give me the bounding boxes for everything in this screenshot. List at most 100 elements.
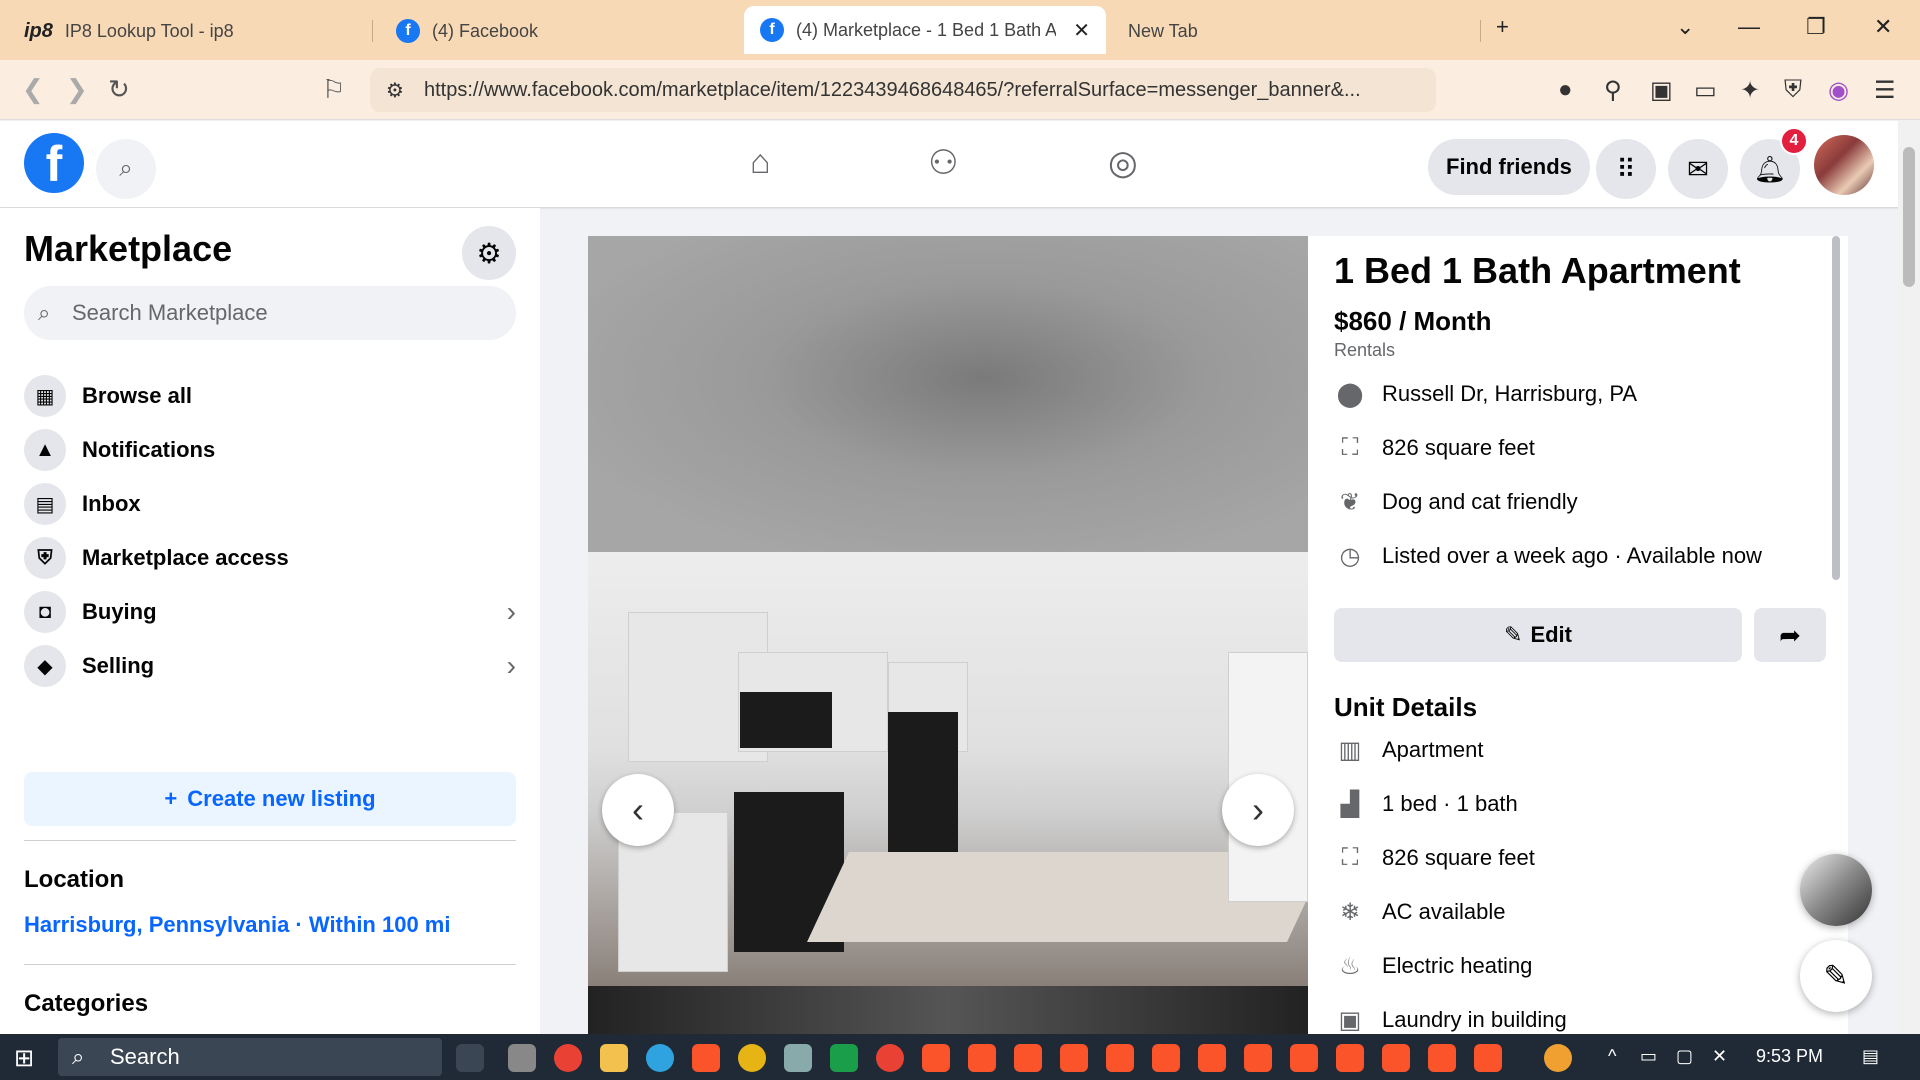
task-view-icon[interactable]: [456, 1044, 484, 1072]
tab-facebook[interactable]: f (4) Facebook: [380, 8, 740, 54]
brave-icon[interactable]: [1152, 1044, 1180, 1072]
profile-icon[interactable]: ◉: [1828, 76, 1849, 105]
page-scrollbar-thumb[interactable]: [1903, 147, 1915, 287]
friends-icon[interactable]: ⚇: [928, 143, 958, 183]
site-settings-icon[interactable]: ⚙: [386, 78, 404, 103]
next-photo-button[interactable]: ›: [1222, 774, 1294, 846]
facebook-logo-icon[interactable]: f: [24, 133, 84, 193]
categories-heading: Categories: [24, 990, 149, 1017]
tab-separator: [1480, 20, 1481, 42]
messenger-icon[interactable]: ✉: [1668, 139, 1728, 199]
facebook-header: f ⌕ ⌂ ⚇ ◎ Find friends ⠿ ✉ 🔔︎ 4: [0, 121, 1920, 207]
sidebar-item-label: Buying: [82, 599, 157, 624]
ai-sparkle-icon[interactable]: ✦: [1740, 76, 1760, 105]
find-friends-button[interactable]: Find friends: [1428, 139, 1590, 195]
unit-text: 1 bed · 1 bath: [1382, 791, 1518, 816]
ip8-favicon-icon: ip8: [24, 19, 53, 42]
edge-icon[interactable]: [646, 1044, 674, 1072]
tab-separator: [372, 20, 373, 42]
battery-icon[interactable]: ▭: [1640, 1046, 1657, 1067]
sidebar-item-label: Selling: [82, 653, 155, 678]
edit-button[interactable]: ✎ Edit: [1334, 608, 1742, 662]
divider: [24, 840, 516, 841]
windows-start-icon[interactable]: ⊞: [14, 1044, 34, 1073]
sidebar-item-label: Inbox: [82, 491, 141, 516]
sidebar-icon[interactable]: ▣: [1650, 76, 1673, 105]
tab-list-chevron-icon[interactable]: ⌄: [1676, 14, 1694, 40]
search-icon[interactable]: ⌕: [96, 139, 156, 199]
sidebar-item-notifications[interactable]: ▲ Notifications: [24, 422, 516, 478]
sidebar-item-browse-all[interactable]: ▦ Browse all: [24, 368, 516, 424]
extensions-icon[interactable]: ⚲: [1604, 76, 1622, 105]
minimize-icon[interactable]: —: [1738, 14, 1760, 40]
taskbar-search[interactable]: ⌕ Search: [58, 1038, 442, 1076]
wallet-icon[interactable]: ▭: [1694, 76, 1717, 105]
share-button[interactable]: ➦: [1754, 608, 1826, 662]
new-tab-icon[interactable]: +: [1496, 14, 1509, 40]
app-icon[interactable]: [508, 1044, 536, 1072]
tab-new[interactable]: New Tab: [1112, 8, 1472, 54]
brave-icon[interactable]: [1428, 1044, 1456, 1072]
tab-marketplace[interactable]: f (4) Marketplace - 1 Bed 1 Bath A ✕: [744, 6, 1106, 54]
details-scrollbar[interactable]: [1832, 236, 1840, 580]
brave-icon[interactable]: [1060, 1044, 1088, 1072]
unit-row-type: ▥ Apartment: [1334, 730, 1484, 770]
chrome-icon[interactable]: [554, 1044, 582, 1072]
page-scrollbar[interactable]: [1898, 121, 1920, 1034]
create-new-listing-button[interactable]: + Create new listing: [24, 772, 516, 826]
brave-icon[interactable]: [1198, 1044, 1226, 1072]
brave-icon[interactable]: [1290, 1044, 1318, 1072]
photo-blur-background: [588, 236, 1308, 552]
record-icon[interactable]: ●: [1558, 76, 1573, 104]
location-link[interactable]: Harrisburg, Pennsylvania · Within 100 mi: [24, 912, 450, 938]
tab-ip8[interactable]: ip8 IP8 Lookup Tool - ip8: [8, 8, 368, 54]
network-icon[interactable]: ▢: [1676, 1046, 1693, 1067]
volume-muted-icon[interactable]: ✕: [1712, 1046, 1727, 1067]
brave-icon[interactable]: [1474, 1044, 1502, 1072]
action-center-icon[interactable]: ▤: [1862, 1046, 1879, 1067]
brave-icon[interactable]: [1106, 1044, 1134, 1072]
shield-icon[interactable]: ⛨: [1784, 76, 1802, 104]
back-icon[interactable]: ❮: [22, 74, 44, 105]
tray-chevron-up-icon[interactable]: ^: [1608, 1046, 1616, 1067]
sidebar-item-buying[interactable]: ◘ Buying ›: [24, 584, 516, 640]
new-message-button[interactable]: ✎: [1800, 940, 1872, 1012]
url-field[interactable]: ⚙ https://www.facebook.com/marketplace/i…: [370, 68, 1436, 112]
brave-icon[interactable]: [1244, 1044, 1272, 1072]
file-explorer-icon[interactable]: [600, 1044, 628, 1072]
windows-taskbar: ⊞ ⌕ Search ⇅ ^ ▭ ▢ ✕ 9:53 PM ▤: [0, 1034, 1920, 1080]
restore-icon[interactable]: ❐: [1806, 14, 1826, 40]
settings-gear-icon[interactable]: ⚙: [462, 226, 516, 280]
close-window-icon[interactable]: ✕: [1874, 14, 1892, 40]
unit-row-ac: ❄ AC available: [1334, 892, 1506, 932]
sidebar-item-marketplace-access[interactable]: ⛨ Marketplace access: [24, 530, 516, 586]
brave-icon[interactable]: [692, 1044, 720, 1072]
sidebar-item-selling[interactable]: ◆ Selling ›: [24, 638, 516, 694]
menu-icon[interactable]: ☰: [1874, 76, 1896, 105]
chat-thumbnail[interactable]: [1800, 854, 1872, 926]
sidebar-item-inbox[interactable]: ▤ Inbox: [24, 476, 516, 532]
home-icon[interactable]: ⌂: [750, 143, 771, 182]
menu-grid-icon[interactable]: ⠿: [1596, 139, 1656, 199]
bookmark-icon[interactable]: ⚐: [322, 74, 345, 105]
previous-photo-button[interactable]: ‹: [602, 774, 674, 846]
chrome-icon[interactable]: [876, 1044, 904, 1072]
brave-icon[interactable]: [1336, 1044, 1364, 1072]
forward-icon[interactable]: ❯: [66, 74, 88, 105]
app-icon[interactable]: [830, 1044, 858, 1072]
groups-icon[interactable]: ◎: [1108, 143, 1138, 183]
taskbar-clock[interactable]: 9:53 PM: [1756, 1046, 1823, 1067]
search-marketplace-input[interactable]: ⌕ Search Marketplace: [24, 286, 516, 340]
avatar[interactable]: [1814, 135, 1874, 195]
brave-icon[interactable]: [1014, 1044, 1042, 1072]
brave-icon[interactable]: [922, 1044, 950, 1072]
app-icon[interactable]: [738, 1044, 766, 1072]
weather-icon[interactable]: [1544, 1044, 1572, 1072]
brave-icon[interactable]: [1382, 1044, 1410, 1072]
brave-icon[interactable]: [968, 1044, 996, 1072]
listing-category[interactable]: Rentals: [1334, 340, 1395, 361]
location-pin-icon: ⬤: [1336, 380, 1364, 408]
close-tab-icon[interactable]: ✕: [1073, 18, 1090, 43]
app-icon[interactable]: [784, 1044, 812, 1072]
reload-icon[interactable]: ↻: [108, 74, 130, 105]
